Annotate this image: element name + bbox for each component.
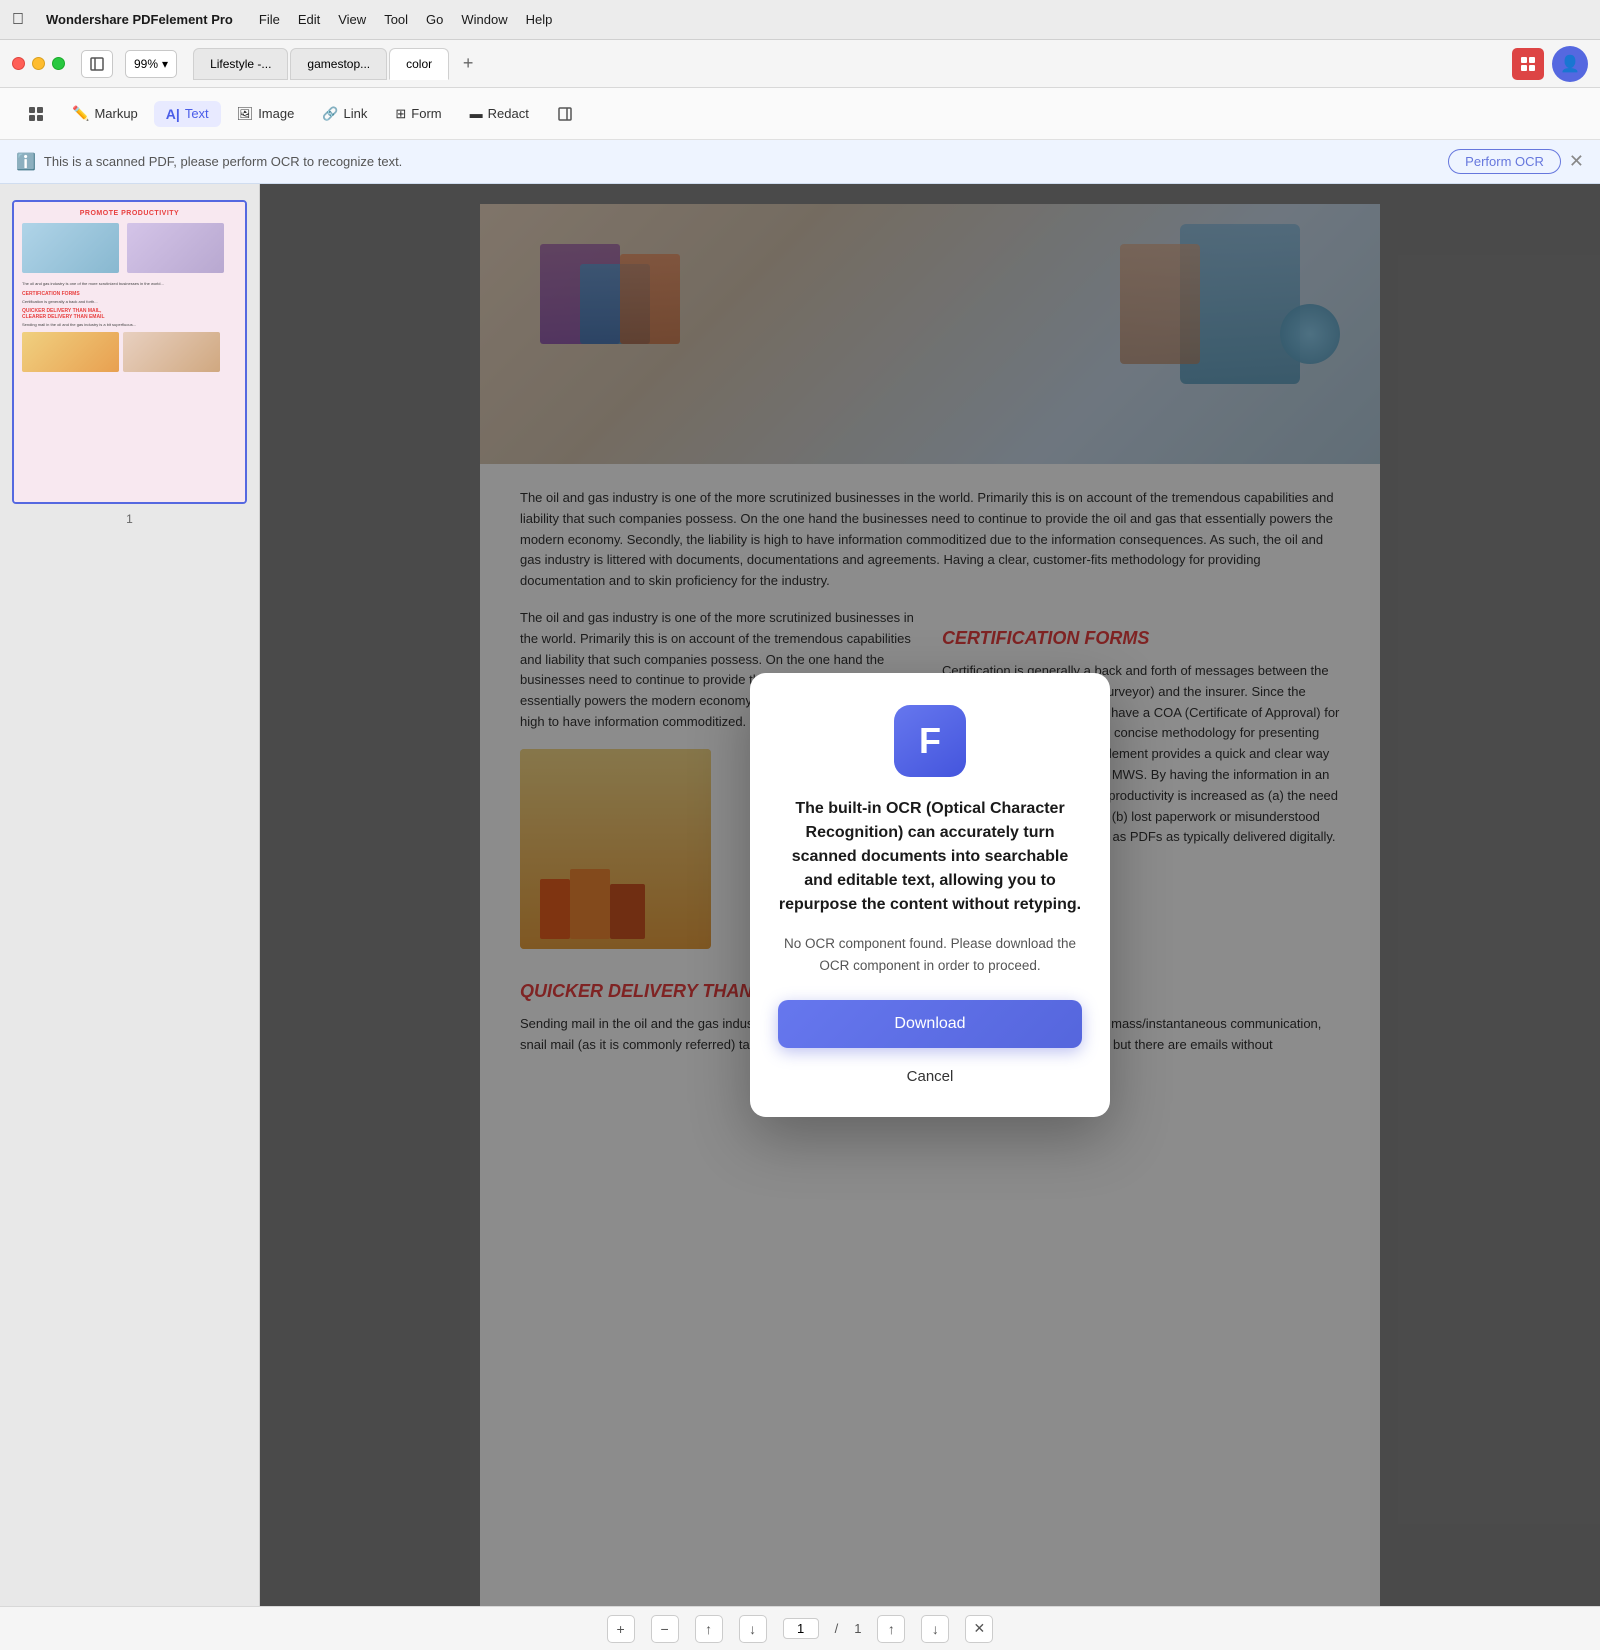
download-button[interactable]: Download [778, 1000, 1082, 1048]
all-tools-button[interactable] [16, 101, 56, 127]
menu-window[interactable]: Window [461, 12, 507, 27]
profile-icon: 👤 [1560, 54, 1580, 74]
fit-up-button[interactable]: ↑ [695, 1615, 723, 1643]
form-button[interactable]: ⊞ Form [383, 101, 453, 127]
thumb-title: PROMOTE PRODUCTIVITY [22, 210, 237, 217]
menu-go[interactable]: Go [426, 12, 443, 27]
modal-description: No OCR component found. Please download … [778, 933, 1082, 976]
zoom-out-button[interactable]: − [651, 1615, 679, 1643]
redact-label: Redact [488, 106, 529, 121]
modal-app-icon: F [894, 705, 966, 777]
thumb-section2: QUICKER DELIVERY THAN MAIL,CLEARER DELIV… [22, 308, 237, 320]
sidebar-toggle-button[interactable] [81, 50, 113, 78]
menu-bar:  Wondershare PDFelement Pro File Edit V… [0, 0, 1600, 40]
ocr-banner: ℹ️ This is a scanned PDF, please perform… [0, 140, 1600, 184]
page-number-label: 1 [12, 512, 247, 526]
text-label: Text [185, 106, 209, 121]
fit-down-button[interactable]: ↓ [739, 1615, 767, 1643]
markup-icon: ✏️ [72, 105, 89, 122]
ocr-banner-message: This is a scanned PDF, please perform OC… [44, 154, 1440, 169]
grid-view-button[interactable] [1512, 48, 1544, 80]
bottom-bar: + − ↑ ↓ / 1 ↑ ↓ ✕ [0, 1606, 1600, 1650]
link-icon: 🔗 [322, 106, 338, 122]
thumb-section1: CERTIFICATION FORMS [22, 291, 237, 297]
redact-icon: ▬ [470, 106, 483, 121]
thumb-body-text: The oil and gas industry is one of the m… [22, 281, 237, 287]
toolbar: ✏️ Markup A| Text 🖼 Image 🔗 Link ⊞ Form … [0, 88, 1600, 140]
content-area: The oil and gas industry is one of the m… [260, 184, 1600, 1606]
minimize-window-button[interactable] [32, 57, 45, 70]
menu-edit[interactable]: Edit [298, 12, 320, 27]
text-button[interactable]: A| Text [154, 101, 221, 127]
perform-ocr-button[interactable]: Perform OCR [1448, 149, 1561, 174]
tab-gamestop[interactable]: gamestop... [290, 48, 387, 80]
profile-button[interactable]: 👤 [1552, 46, 1588, 82]
image-label: Image [258, 106, 294, 121]
tab-bar: Lifestyle -... gamestop... color + 👤 [193, 46, 1588, 82]
zoom-value: 99% [134, 57, 158, 71]
modal-icon-letter: F [919, 720, 941, 762]
markup-label: Markup [94, 106, 137, 121]
nav-down-button[interactable]: ↓ [921, 1615, 949, 1643]
image-button[interactable]: 🖼 Image [225, 101, 307, 127]
link-label: Link [344, 106, 368, 121]
zoom-in-button[interactable]: + [607, 1615, 635, 1643]
tab-lifestyle-label: Lifestyle -... [210, 57, 271, 71]
form-icon: ⊞ [395, 106, 406, 122]
ocr-modal: F The built-in OCR (Optical Character Re… [750, 673, 1110, 1117]
menu-tool[interactable]: Tool [384, 12, 408, 27]
zoom-chevron-icon: ▾ [162, 57, 168, 71]
tab-color-label: color [406, 57, 432, 71]
close-bottom-button[interactable]: ✕ [965, 1615, 993, 1643]
form-label: Form [411, 106, 441, 121]
image-icon: 🖼 [237, 106, 254, 122]
main-layout: PROMOTE PRODUCTIVITY The oil and gas ind… [0, 184, 1600, 1606]
redact-button[interactable]: ▬ Redact [458, 101, 541, 126]
traffic-lights [12, 57, 65, 70]
tab-color[interactable]: color [389, 48, 449, 80]
markup-button[interactable]: ✏️ Markup [60, 100, 150, 127]
zoom-control[interactable]: 99% ▾ [125, 50, 177, 78]
maximize-window-button[interactable] [52, 57, 65, 70]
menu-help[interactable]: Help [526, 12, 553, 27]
title-bar: 99% ▾ Lifestyle -... gamestop... color +… [0, 40, 1600, 88]
page-thumbnail-1[interactable]: PROMOTE PRODUCTIVITY The oil and gas ind… [12, 200, 247, 504]
tab-lifestyle[interactable]: Lifestyle -... [193, 48, 288, 80]
apple-menu[interactable]:  [12, 11, 24, 29]
menu-file[interactable]: File [259, 12, 280, 27]
add-tab-button[interactable]: + [455, 51, 481, 77]
sidebar: PROMOTE PRODUCTIVITY The oil and gas ind… [0, 184, 260, 1606]
app-name: Wondershare PDFelement Pro [46, 12, 233, 27]
menu-view[interactable]: View [338, 12, 366, 27]
page-input[interactable] [783, 1618, 819, 1639]
nav-up-button[interactable]: ↑ [877, 1615, 905, 1643]
panel-toggle-button[interactable] [545, 101, 585, 127]
info-icon: ℹ️ [16, 152, 36, 172]
modal-overlay: F The built-in OCR (Optical Character Re… [260, 184, 1600, 1606]
cancel-button[interactable]: Cancel [899, 1060, 962, 1093]
close-window-button[interactable] [12, 57, 25, 70]
modal-title: The built-in OCR (Optical Character Reco… [778, 797, 1082, 917]
link-button[interactable]: 🔗 Link [310, 101, 379, 127]
page-separator: / [835, 1621, 839, 1636]
text-icon: A| [166, 106, 180, 122]
tab-gamestop-label: gamestop... [307, 57, 370, 71]
thumbnail-content: PROMOTE PRODUCTIVITY The oil and gas ind… [14, 202, 245, 502]
close-banner-button[interactable]: ✕ [1569, 151, 1584, 172]
page-total: 1 [854, 1621, 861, 1636]
